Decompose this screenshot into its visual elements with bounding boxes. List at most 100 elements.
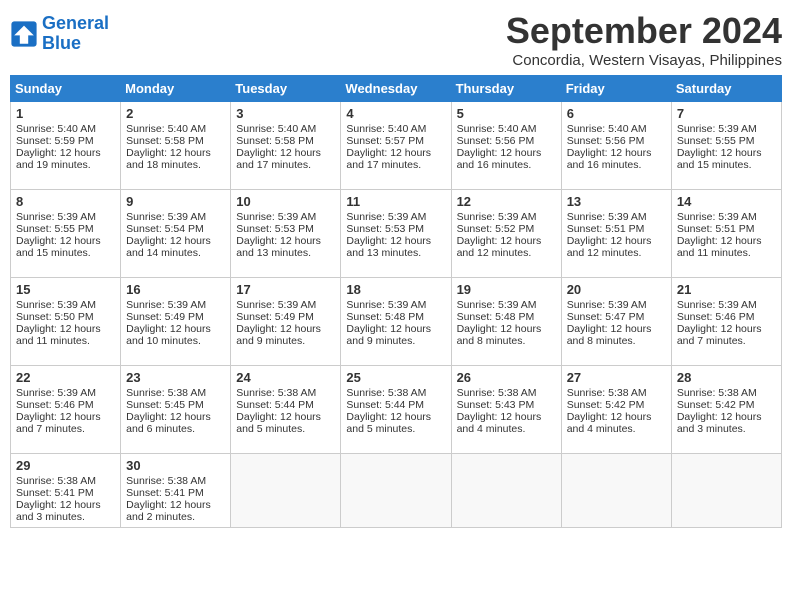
calendar-cell: 21Sunrise: 5:39 AMSunset: 5:46 PMDayligh… <box>671 278 781 366</box>
day-info-line: Sunrise: 5:39 AM <box>16 387 115 399</box>
calendar-body: 1Sunrise: 5:40 AMSunset: 5:59 PMDaylight… <box>11 102 782 528</box>
logo-icon <box>10 20 38 48</box>
day-number: 22 <box>16 370 115 385</box>
day-info-line: Sunrise: 5:38 AM <box>457 387 556 399</box>
weekday-header-friday: Friday <box>561 76 671 102</box>
day-info-line: Sunset: 5:47 PM <box>567 311 666 323</box>
day-info-line: Sunset: 5:58 PM <box>236 135 335 147</box>
day-info-line: and 12 minutes. <box>567 247 666 259</box>
day-number: 3 <box>236 106 335 121</box>
day-info-line: Daylight: 12 hours <box>126 411 225 423</box>
calendar-cell: 16Sunrise: 5:39 AMSunset: 5:49 PMDayligh… <box>121 278 231 366</box>
calendar-cell: 29Sunrise: 5:38 AMSunset: 5:41 PMDayligh… <box>11 454 121 528</box>
day-info-line: Sunrise: 5:38 AM <box>677 387 776 399</box>
day-info-line: and 7 minutes. <box>677 335 776 347</box>
calendar-cell: 20Sunrise: 5:39 AMSunset: 5:47 PMDayligh… <box>561 278 671 366</box>
day-info-line: Daylight: 12 hours <box>346 411 445 423</box>
day-info-line: Sunset: 5:53 PM <box>346 223 445 235</box>
day-info-line: Sunrise: 5:40 AM <box>457 123 556 135</box>
calendar-week-4: 22Sunrise: 5:39 AMSunset: 5:46 PMDayligh… <box>11 366 782 454</box>
day-info-line: Sunrise: 5:39 AM <box>567 299 666 311</box>
calendar-cell <box>671 454 781 528</box>
day-info-line: Daylight: 12 hours <box>346 323 445 335</box>
calendar-cell: 17Sunrise: 5:39 AMSunset: 5:49 PMDayligh… <box>231 278 341 366</box>
calendar-cell: 23Sunrise: 5:38 AMSunset: 5:45 PMDayligh… <box>121 366 231 454</box>
day-info-line: and 17 minutes. <box>236 159 335 171</box>
calendar-cell <box>561 454 671 528</box>
day-info-line: Daylight: 12 hours <box>567 147 666 159</box>
day-info-line: Daylight: 12 hours <box>677 323 776 335</box>
day-info-line: Daylight: 12 hours <box>126 147 225 159</box>
calendar-cell: 14Sunrise: 5:39 AMSunset: 5:51 PMDayligh… <box>671 190 781 278</box>
day-info-line: Sunrise: 5:39 AM <box>677 123 776 135</box>
month-title: September 2024 <box>506 10 782 52</box>
weekday-header-thursday: Thursday <box>451 76 561 102</box>
day-info-line: Daylight: 12 hours <box>236 235 335 247</box>
day-info-line: Daylight: 12 hours <box>16 499 115 511</box>
day-info-line: Sunrise: 5:39 AM <box>457 299 556 311</box>
day-info-line: and 12 minutes. <box>457 247 556 259</box>
logo-text: GeneralBlue <box>42 14 109 54</box>
day-info-line: Sunset: 5:58 PM <box>126 135 225 147</box>
day-info-line: Daylight: 12 hours <box>126 235 225 247</box>
day-info-line: Daylight: 12 hours <box>457 323 556 335</box>
calendar-cell: 8Sunrise: 5:39 AMSunset: 5:55 PMDaylight… <box>11 190 121 278</box>
day-number: 9 <box>126 194 225 209</box>
day-number: 10 <box>236 194 335 209</box>
day-info-line: Daylight: 12 hours <box>567 323 666 335</box>
weekday-header-monday: Monday <box>121 76 231 102</box>
day-number: 11 <box>346 194 445 209</box>
day-info-line: Daylight: 12 hours <box>567 411 666 423</box>
day-info-line: Daylight: 12 hours <box>677 235 776 247</box>
day-info-line: Sunrise: 5:38 AM <box>126 387 225 399</box>
weekday-header-wednesday: Wednesday <box>341 76 451 102</box>
day-info-line: Sunrise: 5:39 AM <box>16 211 115 223</box>
day-info-line: Sunrise: 5:39 AM <box>126 299 225 311</box>
day-info-line: and 10 minutes. <box>126 335 225 347</box>
weekday-header-tuesday: Tuesday <box>231 76 341 102</box>
day-number: 7 <box>677 106 776 121</box>
day-info-line: Sunset: 5:49 PM <box>236 311 335 323</box>
day-info-line: Daylight: 12 hours <box>346 147 445 159</box>
day-info-line: Sunset: 5:43 PM <box>457 399 556 411</box>
day-info-line: Daylight: 12 hours <box>677 411 776 423</box>
day-info-line: and 13 minutes. <box>346 247 445 259</box>
day-info-line: Daylight: 12 hours <box>16 411 115 423</box>
day-info-line: Sunset: 5:52 PM <box>457 223 556 235</box>
day-number: 5 <box>457 106 556 121</box>
day-info-line: Sunset: 5:44 PM <box>236 399 335 411</box>
day-info-line: Sunrise: 5:40 AM <box>126 123 225 135</box>
day-info-line: Daylight: 12 hours <box>126 323 225 335</box>
day-number: 12 <box>457 194 556 209</box>
day-info-line: and 4 minutes. <box>457 423 556 435</box>
calendar-cell: 28Sunrise: 5:38 AMSunset: 5:42 PMDayligh… <box>671 366 781 454</box>
day-info-line: and 14 minutes. <box>126 247 225 259</box>
calendar-cell: 27Sunrise: 5:38 AMSunset: 5:42 PMDayligh… <box>561 366 671 454</box>
calendar-week-3: 15Sunrise: 5:39 AMSunset: 5:50 PMDayligh… <box>11 278 782 366</box>
day-info-line: Sunrise: 5:38 AM <box>16 475 115 487</box>
day-info-line: Sunrise: 5:39 AM <box>346 211 445 223</box>
day-info-line: Sunrise: 5:39 AM <box>16 299 115 311</box>
day-number: 13 <box>567 194 666 209</box>
day-info-line: Sunrise: 5:39 AM <box>236 211 335 223</box>
day-info-line: and 11 minutes. <box>16 335 115 347</box>
day-info-line: Sunset: 5:50 PM <box>16 311 115 323</box>
day-info-line: and 7 minutes. <box>16 423 115 435</box>
day-info-line: and 11 minutes. <box>677 247 776 259</box>
calendar-cell: 15Sunrise: 5:39 AMSunset: 5:50 PMDayligh… <box>11 278 121 366</box>
page-header: GeneralBlue September 2024 Concordia, We… <box>10 10 782 69</box>
day-info-line: Sunrise: 5:39 AM <box>346 299 445 311</box>
day-info-line: Sunrise: 5:39 AM <box>677 211 776 223</box>
day-info-line: Sunrise: 5:39 AM <box>567 211 666 223</box>
day-info-line: Daylight: 12 hours <box>236 411 335 423</box>
day-number: 23 <box>126 370 225 385</box>
calendar-cell: 19Sunrise: 5:39 AMSunset: 5:48 PMDayligh… <box>451 278 561 366</box>
day-info-line: and 9 minutes. <box>236 335 335 347</box>
day-number: 4 <box>346 106 445 121</box>
day-info-line: Sunset: 5:46 PM <box>677 311 776 323</box>
day-number: 19 <box>457 282 556 297</box>
day-info-line: Sunrise: 5:38 AM <box>126 475 225 487</box>
day-info-line: Sunset: 5:42 PM <box>677 399 776 411</box>
day-info-line: Sunrise: 5:39 AM <box>677 299 776 311</box>
day-info-line: and 5 minutes. <box>236 423 335 435</box>
